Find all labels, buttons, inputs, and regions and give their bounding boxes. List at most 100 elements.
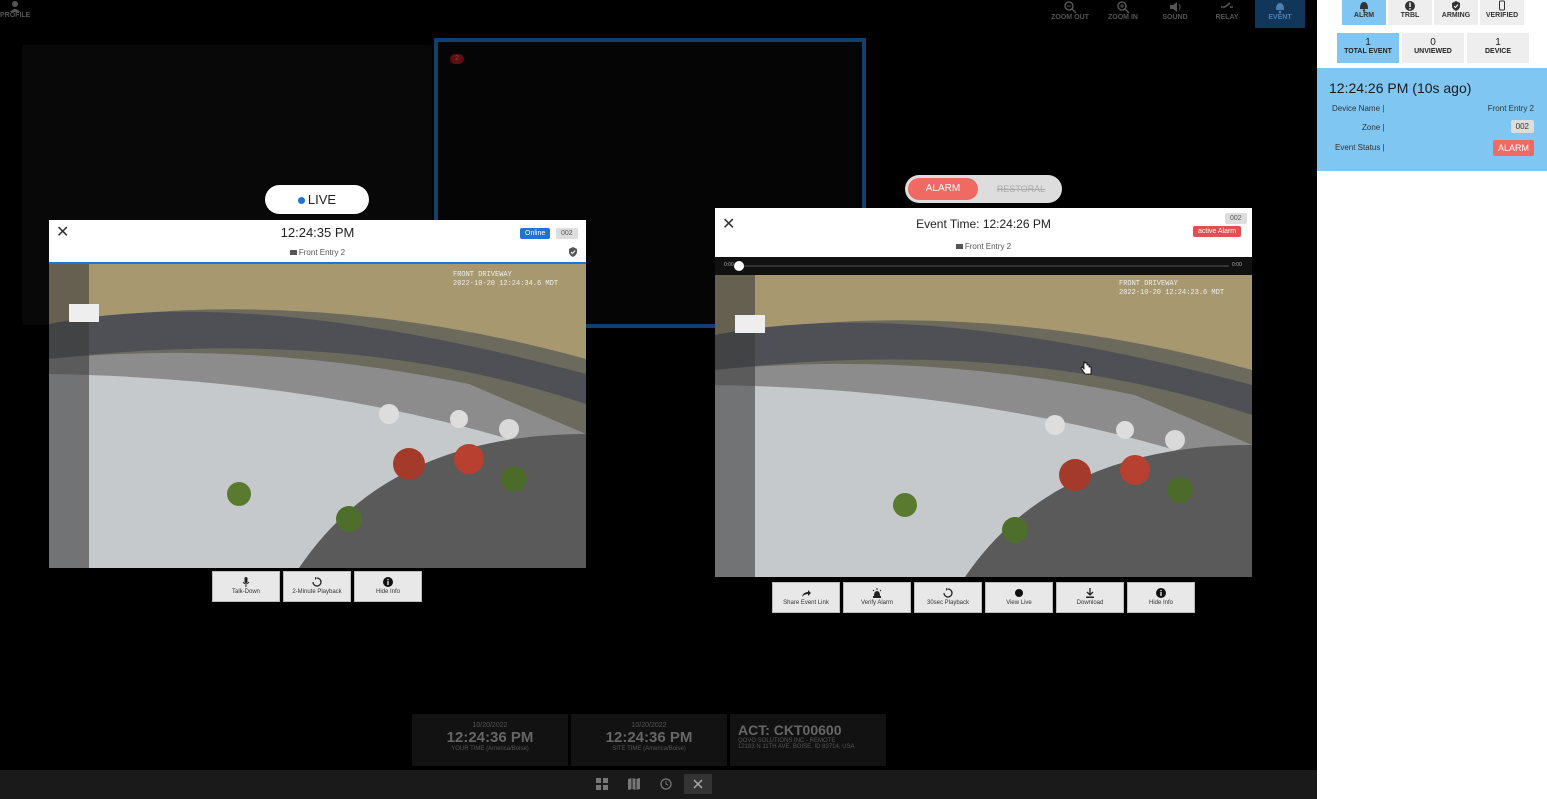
- thirty-sec-playback-button[interactable]: 30sec Playback: [914, 582, 982, 613]
- two-minute-playback-label: 2-Minute Playback: [292, 589, 342, 595]
- tab-arming[interactable]: ARMING: [1434, 0, 1478, 25]
- live-camera-feed[interactable]: FRONT DRIVEWAY 2022-10-20 12:24:34.6 MDT: [49, 262, 586, 568]
- sound-button[interactable]: SOUND: [1150, 0, 1200, 28]
- account-title: ACT: CKT00600: [738, 722, 842, 738]
- playback-bar[interactable]: 0:00 0:00: [715, 257, 1252, 275]
- two-minute-playback-button[interactable]: 2-Minute Playback: [283, 571, 351, 602]
- event-camera-feed[interactable]: FRONT DRIVEWAY 2022-10-20 12:24:23.6 MDT: [715, 275, 1252, 577]
- count-unviewed-value: 0: [1430, 37, 1436, 48]
- hide-info-button-live[interactable]: Hide Info: [354, 571, 422, 602]
- playback-track[interactable]: [734, 261, 1229, 271]
- count-device-label: DEVICE: [1484, 48, 1512, 55]
- site-time-clock: 12:24:36 PM: [605, 729, 693, 746]
- share-event-link-button[interactable]: Share Event Link: [772, 582, 840, 613]
- event-button[interactable]: EVENT: [1255, 0, 1305, 28]
- map-icon: [628, 778, 640, 790]
- relay-label: RELAY: [1215, 14, 1239, 21]
- alert-icon: [1405, 1, 1415, 11]
- shield-check-icon: [1452, 1, 1460, 11]
- camera-overlay-text: FRONT DRIVEWAY 2022-10-20 12:24:34.6 MDT: [453, 271, 558, 289]
- playback-start-time: 0:00: [724, 262, 734, 268]
- record-dot-icon: [1015, 589, 1023, 597]
- count-device[interactable]: 1 DEVICE: [1467, 33, 1529, 63]
- count-total-event[interactable]: 1 TOTAL EVENT: [1337, 33, 1399, 63]
- history-button[interactable]: [654, 774, 678, 794]
- tab-verified-label: VERIFIED: [1485, 12, 1519, 19]
- grid-icon: [596, 778, 608, 790]
- event-device-name: Front Entry 2: [964, 242, 1012, 251]
- close-layout-button[interactable]: [684, 774, 712, 794]
- event-zone-badge: 002: [1225, 213, 1247, 224]
- overlay-line-2: 2022-10-20 12:24:23.6 MDT: [1119, 289, 1225, 297]
- zoom-in-button[interactable]: ZOOM IN: [1098, 0, 1148, 28]
- sound-label: SOUND: [1162, 14, 1188, 21]
- history-icon: [660, 778, 672, 790]
- event-card[interactable]: 12:24:26 PM (10s ago) Device Name | Fron…: [1317, 68, 1547, 171]
- device-name-label: Device Name |: [1332, 104, 1385, 113]
- active-alarm-badge: active Alarm: [1193, 226, 1242, 237]
- event-status-badge: ALARM: [1492, 140, 1534, 156]
- live-pill: LIVE: [265, 185, 369, 214]
- share-event-link-label: Share Event Link: [783, 600, 829, 606]
- tab-verified[interactable]: VERIFIED: [1480, 0, 1524, 25]
- count-unviewed-label: UNVIEWED: [1414, 48, 1452, 55]
- live-time: 12:24:35 PM: [280, 225, 355, 240]
- live-device-name: Front Entry 2: [298, 248, 346, 257]
- hand-cursor-icon: [1080, 361, 1092, 375]
- count-total-event-label: TOTAL EVENT: [1344, 48, 1392, 55]
- tab-alarm-label: ALRM: [1353, 12, 1375, 19]
- view-live-label: View Live: [1006, 600, 1032, 606]
- event-status-label: Event Status |: [1335, 143, 1385, 152]
- tab-alarm[interactable]: ALRM: [1342, 0, 1386, 25]
- alarm-restoral-toggle[interactable]: ALARM RESTORAL: [905, 175, 1062, 203]
- info-icon: [383, 577, 393, 587]
- profile-icon: [10, 1, 20, 12]
- download-button[interactable]: Download: [1056, 582, 1124, 613]
- download-icon: [1086, 588, 1094, 598]
- account-line-2: 12183 N 11TH AVE, BOISE, ID 83714, USA: [738, 744, 855, 750]
- zoom-in-label: ZOOM IN: [1108, 14, 1138, 21]
- zoom-out-button[interactable]: ZOOM OUT: [1045, 0, 1095, 28]
- close-icon: [693, 779, 703, 789]
- playback-scrubber[interactable]: [734, 261, 744, 271]
- tab-trouble[interactable]: TRBL: [1388, 0, 1432, 25]
- talk-down-button[interactable]: Talk-Down: [212, 571, 280, 602]
- hide-info-label-live: Hide Info: [375, 589, 400, 595]
- site-time-date: 10/20/2022: [631, 722, 667, 729]
- profile-label: PROFILE: [0, 12, 31, 19]
- siren-icon: [872, 588, 882, 598]
- restoral-toggle-option[interactable]: RESTORAL: [983, 178, 1059, 200]
- hide-info-label-event: Hide Info: [1148, 600, 1173, 606]
- zone-value: 002: [1510, 120, 1534, 133]
- bell-icon: [1276, 3, 1284, 14]
- zoom-out-label: ZOOM OUT: [1051, 14, 1089, 21]
- zoom-out-icon: [1064, 1, 1077, 14]
- zone-label: Zone |: [1362, 123, 1385, 132]
- share-icon: [802, 590, 811, 597]
- zoom-in-icon: [1117, 1, 1130, 14]
- account-card: ACT: CKT00600 QOVO SOLUTIONS INC - REMOT…: [730, 714, 886, 766]
- your-time-date: 10/20/2022: [472, 722, 508, 729]
- overlay-line-2: 2022-10-20 12:24:34.6 MDT: [453, 280, 559, 288]
- count-unviewed[interactable]: 0 UNVIEWED: [1402, 33, 1464, 63]
- event-viewer-panel: ✕ Event Time: 12:24:26 PM 002 active Ala…: [715, 208, 1252, 577]
- online-badge: Online: [520, 228, 551, 239]
- profile-button[interactable]: PROFILE: [0, 0, 30, 28]
- tab-trouble-label: TRBL: [1400, 12, 1420, 19]
- bell-icon: [1360, 2, 1368, 12]
- view-live-button[interactable]: View Live: [985, 582, 1053, 613]
- map-view-button[interactable]: [622, 774, 646, 794]
- camera-icon: [955, 244, 963, 249]
- hide-info-button-event[interactable]: Hide Info: [1127, 582, 1195, 613]
- info-icon: [1156, 588, 1166, 598]
- count-total-event-value: 1: [1365, 37, 1371, 48]
- relay-button[interactable]: RELAY: [1202, 0, 1252, 28]
- event-sidebar: ALRM TRBL ARMING VERIFIED 1 TOTAL EVENT …: [1317, 0, 1547, 799]
- device-name-value: Front Entry 2: [1487, 104, 1534, 113]
- relay-icon: [1221, 2, 1233, 8]
- site-time-label: SITE TIME (America/Boise): [612, 746, 686, 752]
- alarm-toggle-option[interactable]: ALARM: [908, 178, 978, 200]
- tab-arming-label: ARMING: [1441, 12, 1471, 19]
- grid-view-button[interactable]: [590, 774, 614, 794]
- verify-alarm-button[interactable]: Verify Alarm: [843, 582, 911, 613]
